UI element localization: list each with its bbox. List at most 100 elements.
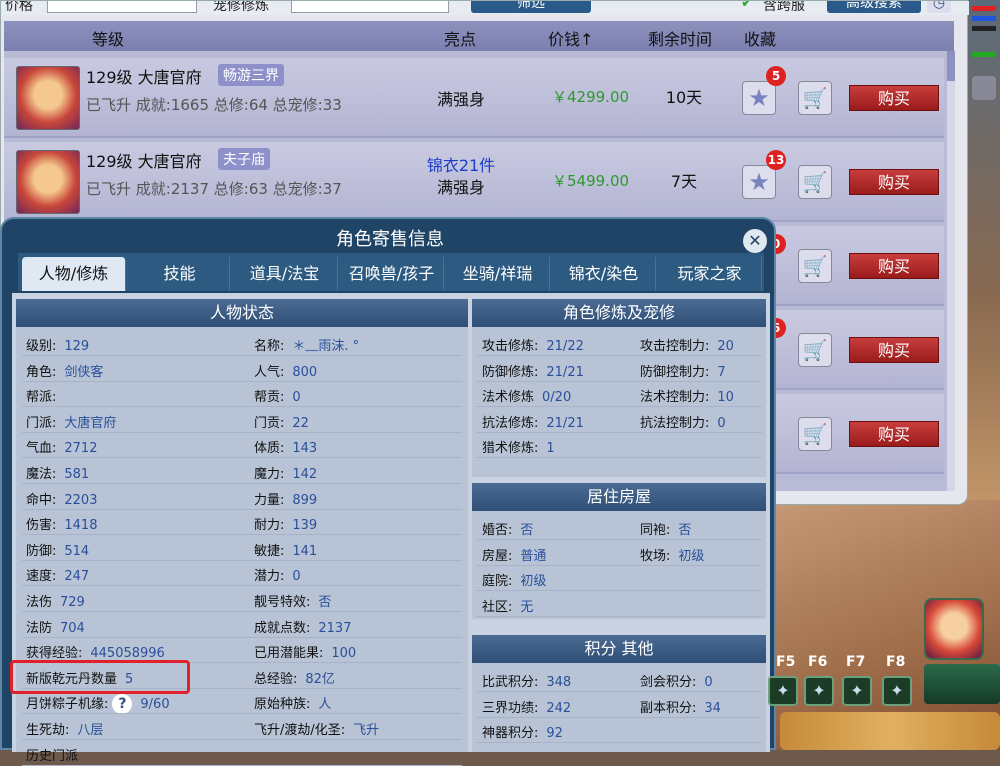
status-key: 伤害: bbox=[26, 518, 57, 534]
sort-arrow-icon: ↑ bbox=[580, 30, 594, 49]
cultivation-title: 角色修炼及宠修 bbox=[472, 299, 766, 327]
buy-button[interactable]: 购买 bbox=[849, 169, 939, 195]
cart-icon[interactable]: 🛒 bbox=[798, 81, 832, 115]
row-divider bbox=[22, 611, 462, 612]
tab-skills[interactable]: 技能 bbox=[130, 257, 230, 291]
status-value: 人 bbox=[318, 697, 332, 713]
stat-key: 庭院: bbox=[482, 574, 513, 589]
black-bar-icon[interactable] bbox=[972, 26, 996, 31]
tab-costumes[interactable]: 锦衣/染色 bbox=[552, 257, 656, 291]
price-input[interactable] bbox=[47, 1, 197, 13]
row-divider bbox=[22, 534, 462, 536]
listing-row[interactable]: 129级 大唐官府 畅游三界 已飞升 成就:1665 总修:64 总宠修:33 … bbox=[4, 58, 944, 138]
cultivation-select[interactable] bbox=[291, 1, 449, 13]
stat-key: 防御修炼: bbox=[482, 364, 539, 380]
tab-character[interactable]: 人物/修炼 bbox=[22, 257, 126, 291]
tab-pets[interactable]: 召唤兽/孩子 bbox=[340, 257, 444, 291]
header-favorite[interactable]: 收藏 bbox=[744, 26, 776, 50]
status-key: 耐力: bbox=[254, 518, 285, 534]
favorite-star-icon[interactable]: ★ bbox=[742, 165, 776, 199]
header-remaining[interactable]: 剩余时间 bbox=[648, 26, 712, 50]
skill-slot-icon[interactable]: ✦ bbox=[768, 676, 798, 706]
skill-slot-icon[interactable]: ✦ bbox=[842, 676, 872, 706]
listing-summary: 已飞升 成就:2137 总修:63 总宠修:37 bbox=[86, 180, 342, 198]
status-key: 帮派: bbox=[26, 390, 57, 406]
remaining-time: 10天 bbox=[665, 88, 703, 107]
skill-slot-icon[interactable]: ✦ bbox=[804, 676, 834, 706]
buy-button[interactable]: 购买 bbox=[849, 337, 939, 363]
header-price[interactable]: 价钱↑ bbox=[548, 26, 593, 50]
blue-bar-icon[interactable] bbox=[972, 16, 996, 21]
gear-icon[interactable] bbox=[972, 76, 996, 100]
status-value: 139 bbox=[292, 518, 318, 534]
row-divider bbox=[22, 739, 462, 740]
buy-button[interactable]: 购买 bbox=[849, 85, 939, 111]
skill-slot-icon[interactable]: ✦ bbox=[882, 676, 912, 706]
stat-key: 攻击控制力: bbox=[640, 339, 710, 354]
row-divider bbox=[22, 406, 462, 408]
status-key: 体质: bbox=[254, 441, 285, 457]
highlight-text: 满强身 bbox=[436, 90, 485, 109]
green-bar-icon[interactable] bbox=[972, 52, 996, 57]
status-item: 角色: 剑侠客 bbox=[26, 361, 103, 380]
cart-icon[interactable]: 🛒 bbox=[798, 165, 832, 199]
tab-home[interactable]: 玩家之家 bbox=[658, 257, 762, 291]
housing-title: 居住房屋 bbox=[472, 483, 766, 511]
scrollbar-thumb[interactable] bbox=[947, 51, 955, 81]
status-key: 命中: bbox=[26, 492, 57, 508]
cart-icon[interactable]: 🛒 bbox=[798, 249, 832, 283]
status-item: 原始种族: 人 bbox=[254, 693, 331, 712]
avatar[interactable] bbox=[16, 150, 80, 214]
stat-item: 抗法控制力: 0 bbox=[640, 412, 726, 431]
filter-button[interactable]: 筛选 bbox=[471, 1, 591, 13]
row-divider bbox=[22, 559, 462, 561]
stat-value: 7 bbox=[717, 364, 726, 380]
status-key: 防御: bbox=[26, 543, 57, 559]
remaining-time: 7天 bbox=[670, 172, 698, 191]
status-title: 人物状态 bbox=[16, 299, 468, 327]
row-divider bbox=[22, 764, 462, 766]
checkbox-icon[interactable]: ✔ bbox=[741, 1, 753, 11]
price-text: ￥4299.00 bbox=[552, 88, 630, 106]
row-divider bbox=[476, 564, 762, 566]
row-divider bbox=[476, 742, 762, 743]
status-key: 人气: bbox=[254, 364, 285, 380]
header-price-label: 价钱 bbox=[548, 30, 581, 49]
row-divider bbox=[476, 355, 762, 356]
stat-item: 比武积分: 348 bbox=[482, 671, 571, 690]
status-item: 月饼粽子机缘:? 9/60 bbox=[26, 693, 170, 715]
stat-item: 剑会积分: 0 bbox=[640, 671, 713, 690]
buy-button[interactable]: 购买 bbox=[849, 421, 939, 447]
advanced-search-button[interactable]: 高级搜索 bbox=[827, 1, 921, 13]
highlight-box bbox=[10, 660, 190, 694]
status-item: 生死劫: 八层 bbox=[26, 719, 103, 738]
avatar[interactable] bbox=[16, 66, 80, 130]
status-item: 体质: 143 bbox=[254, 437, 317, 456]
pavilion-icon[interactable] bbox=[924, 664, 1000, 704]
red-bar-icon[interactable] bbox=[972, 6, 996, 11]
refresh-icon[interactable]: ◷ bbox=[927, 1, 951, 13]
player-portrait[interactable] bbox=[924, 598, 984, 660]
tab-mounts[interactable]: 坐骑/祥瑞 bbox=[446, 257, 550, 291]
stat-key: 抗法修炼: bbox=[482, 415, 539, 431]
server-tag: 夫子庙 bbox=[218, 148, 270, 170]
favorite-star-icon[interactable]: ★ bbox=[742, 81, 776, 115]
status-item: 速度: 247 bbox=[26, 565, 89, 584]
cart-icon[interactable]: 🛒 bbox=[798, 333, 832, 367]
listing-row[interactable]: 129级 大唐官府 夫子庙 已飞升 成就:2137 总修:63 总宠修:37 锦… bbox=[4, 142, 944, 222]
header-grade[interactable]: 等级 bbox=[92, 26, 124, 50]
stat-value: 初级 bbox=[678, 548, 705, 564]
buy-button[interactable]: 购买 bbox=[849, 253, 939, 279]
header-highlight[interactable]: 亮点 bbox=[444, 26, 476, 50]
list-scrollbar[interactable] bbox=[947, 51, 955, 491]
help-icon[interactable]: ? bbox=[112, 694, 133, 715]
stat-key: 剑会积分: bbox=[640, 675, 697, 690]
status-item: 防御: 514 bbox=[26, 540, 89, 559]
cart-icon[interactable]: 🛒 bbox=[798, 417, 832, 451]
status-value: 1418 bbox=[64, 518, 98, 534]
status-item: 力量: 899 bbox=[254, 489, 317, 508]
stat-value: 否 bbox=[678, 523, 692, 538]
status-value: 2203 bbox=[64, 492, 98, 508]
close-icon[interactable]: ✕ bbox=[743, 229, 767, 253]
tab-items[interactable]: 道具/法宝 bbox=[232, 257, 338, 291]
